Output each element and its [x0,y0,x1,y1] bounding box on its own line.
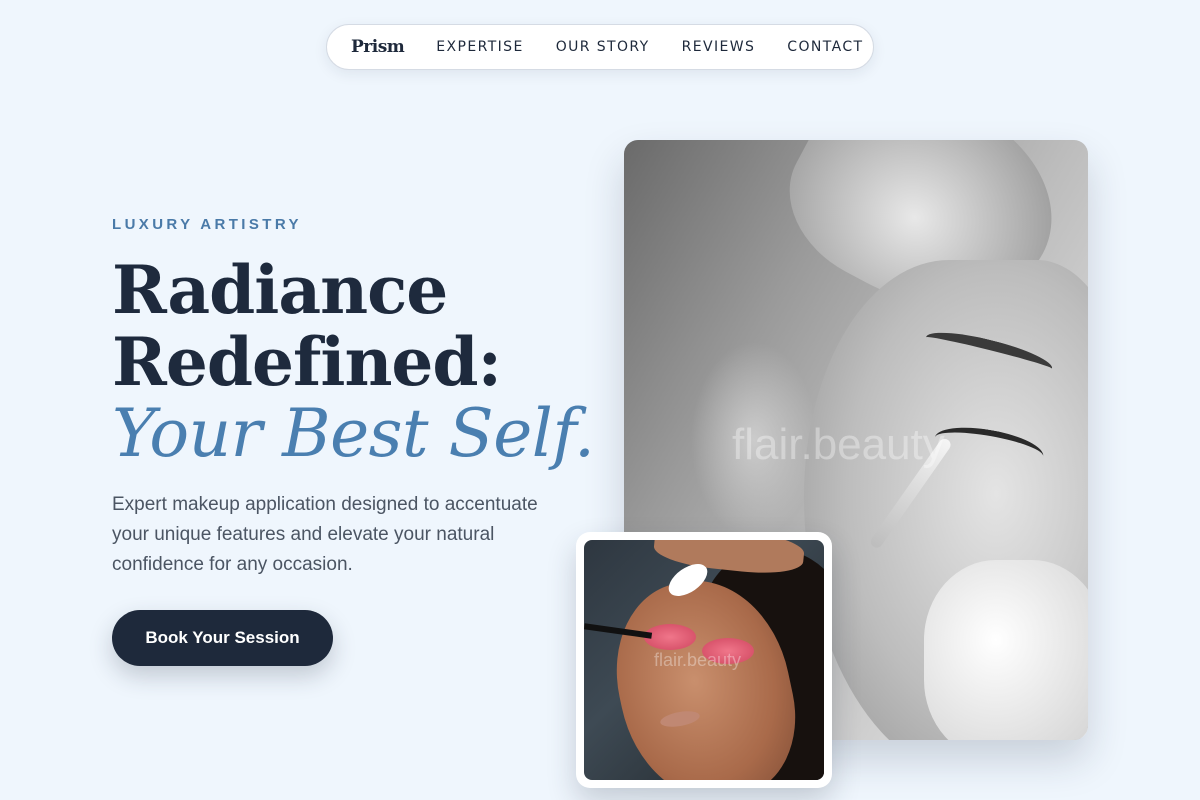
brand-logo[interactable]: Prism [351,37,405,57]
inset-eyeshadow-left [644,624,696,650]
hero-headline: Radiance Redefined: Your Best Self. [112,251,595,472]
hero-inset-photo: flair.beauty [584,540,824,780]
main-photo-watermark: flair.beauty [732,420,945,469]
inset-photo-watermark: flair.beauty [654,650,742,670]
top-nav: Prism EXPERTISE OUR STORY REVIEWS CONTAC… [326,24,874,70]
hero-inset-photo-frame: flair.beauty [576,532,832,788]
hero-title-line-1: Radiance [112,251,448,329]
hero-title-accent: Your Best Self. [112,395,595,472]
photo-fingers-shape [924,560,1088,740]
hero-eyebrow: LUXURY ARTISTRY [112,216,302,233]
nav-link-contact[interactable]: CONTACT [787,39,863,55]
nav-link-reviews[interactable]: REVIEWS [682,39,756,55]
book-session-button[interactable]: Book Your Session [112,610,333,666]
nav-link-our-story[interactable]: OUR STORY [556,39,650,55]
nav-link-expertise[interactable]: EXPERTISE [436,39,523,55]
hero-title-line-2: Redefined: [112,323,502,401]
hero-description: Expert makeup application designed to ac… [112,494,538,575]
